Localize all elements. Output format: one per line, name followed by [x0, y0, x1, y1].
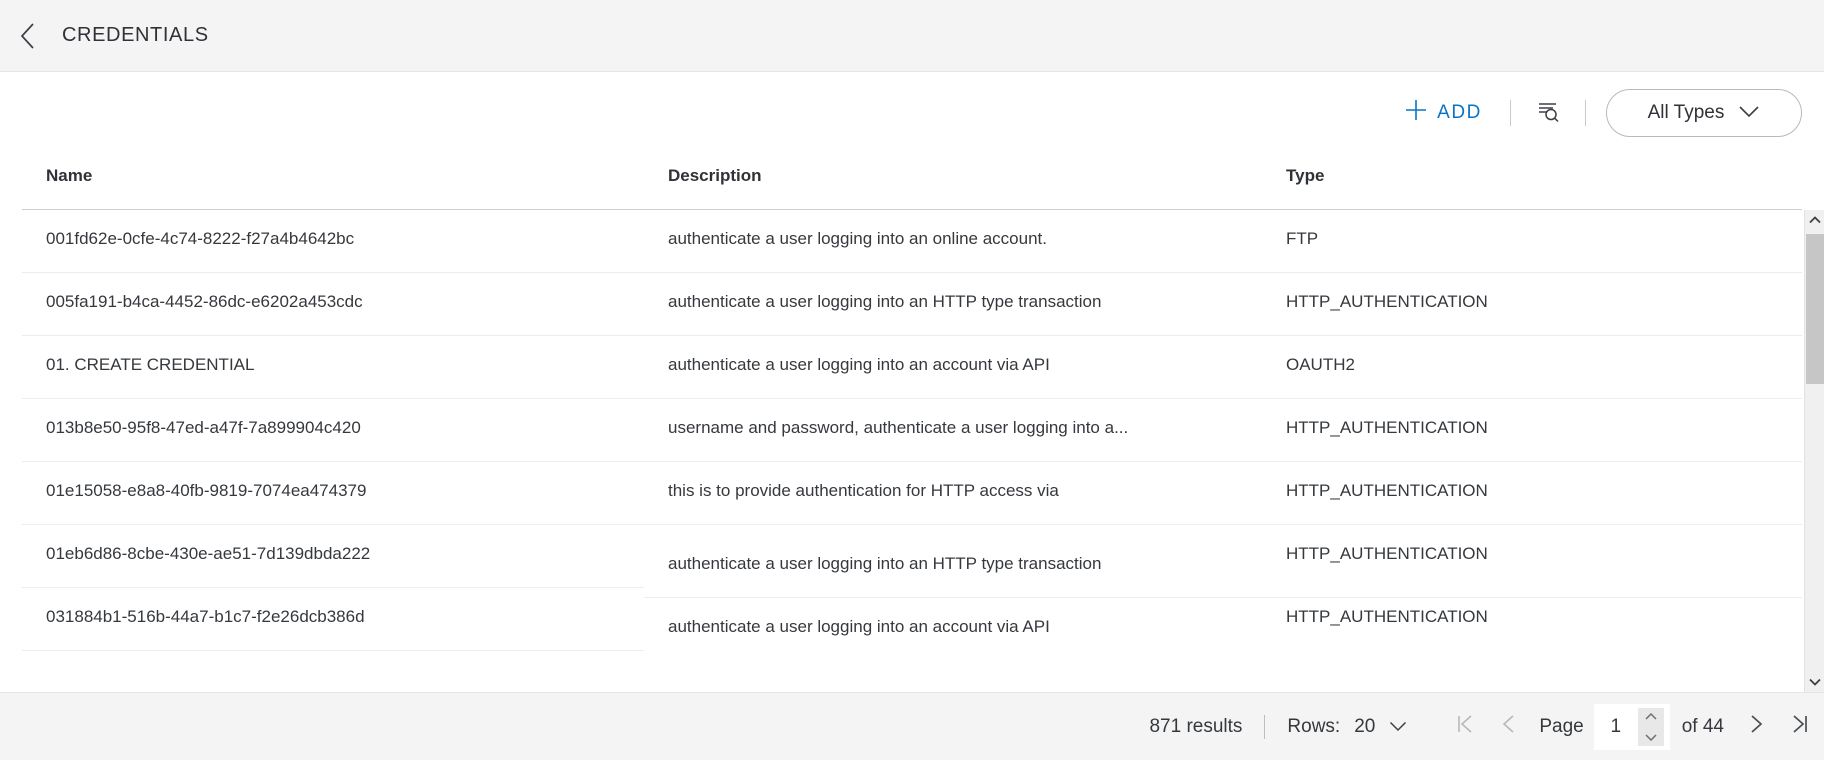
cell-description: authenticate a user logging into an HTTP…	[668, 292, 1102, 311]
table-row[interactable]: 01e15058-e8a8-40fb-9819-7074ea474379 this…	[22, 462, 1802, 525]
last-page-icon	[1791, 712, 1809, 741]
column-header-type[interactable]: Type	[1286, 166, 1324, 186]
scroll-up-button[interactable]	[1805, 210, 1824, 230]
cell-description: authenticate a user logging into an HTTP…	[668, 554, 1102, 573]
rows-per-page-label: Rows:	[1287, 715, 1341, 737]
total-pages-label: of 44	[1681, 715, 1724, 737]
credentials-table: Name Description Type 001fd62e-0cfe-4c74…	[0, 154, 1824, 692]
chevron-left-icon	[1501, 712, 1517, 741]
scroll-down-button[interactable]	[1805, 672, 1824, 692]
column-header-description[interactable]: Description	[668, 166, 762, 186]
chevron-up-icon	[1809, 211, 1821, 229]
back-button[interactable]	[0, 0, 56, 72]
credentials-page: CREDENTIALS ADD All Types Name Descripti…	[0, 0, 1824, 760]
chevron-down-icon	[1809, 673, 1821, 691]
cell-description: authenticate a user logging into an acco…	[668, 617, 1050, 636]
chevron-left-icon	[19, 21, 37, 51]
cell-name: 01. CREATE CREDENTIAL	[46, 355, 255, 374]
page-label: Page	[1539, 715, 1584, 737]
page-navigation: Page of 44	[1443, 703, 1822, 750]
add-button[interactable]: ADD	[1397, 93, 1490, 133]
cell-name: 013b8e50-95f8-47ed-a47f-7a899904c420	[46, 418, 361, 437]
first-page-icon	[1456, 712, 1474, 741]
cell-name: 005fa191-b4ca-4452-86dc-e6202a453cdc	[46, 292, 363, 311]
cell-type: HTTP_AUTHENTICATION	[1286, 544, 1488, 563]
first-page-button[interactable]	[1443, 704, 1487, 750]
row-divider	[22, 650, 644, 651]
toolbar-divider-1	[1510, 100, 1511, 126]
chevron-down-icon	[1645, 728, 1657, 746]
cell-description: authenticate a user logging into an onli…	[668, 229, 1047, 248]
cell-description: authenticate a user logging into an acco…	[668, 355, 1050, 374]
cell-name: 001fd62e-0cfe-4c74-8222-f27a4b4642bc	[46, 229, 355, 248]
table-row[interactable]: 031884b1-516b-44a7-b1c7-f2e26dcb386d auth…	[22, 588, 1802, 651]
cell-name: 01e15058-e8a8-40fb-9819-7074ea474379	[46, 481, 367, 500]
cell-type: OAUTH2	[1286, 355, 1355, 374]
page-number-field[interactable]	[1593, 703, 1670, 750]
cell-name: 01eb6d86-8cbe-430e-ae51-7d139dbda222	[46, 544, 371, 563]
last-page-button[interactable]	[1778, 704, 1822, 750]
chevron-down-icon	[1738, 102, 1760, 124]
cell-type: HTTP_AUTHENTICATION	[1286, 607, 1488, 626]
table-row[interactable]: 001fd62e-0cfe-4c74-8222-f27a4b4642bc auth…	[22, 210, 1802, 273]
page-title: CREDENTIALS	[62, 24, 209, 46]
vertical-scrollbar[interactable]	[1804, 210, 1824, 692]
pagination-bar: 871 results Rows: 20 Page 1 of 44	[0, 692, 1824, 760]
type-filter-value: All Types	[1647, 102, 1725, 123]
table-body: 001fd62e-0cfe-4c74-8222-f27a4b4642bc auth…	[22, 210, 1802, 654]
table-row[interactable]: 01. CREATE CREDENTIAL authenticate a user…	[22, 336, 1802, 399]
cell-type: FTP	[1286, 229, 1319, 248]
next-page-button[interactable]	[1734, 704, 1778, 750]
table-header-row: Name Description Type	[22, 154, 1802, 210]
page-number-stepper[interactable]	[1637, 707, 1664, 746]
cell-type: HTTP_AUTHENTICATION	[1286, 418, 1488, 437]
toolbar: ADD All Types	[0, 72, 1824, 154]
cell-type: HTTP_AUTHENTICATION	[1286, 481, 1488, 500]
table-row[interactable]: 01eb6d86-8cbe-430e-ae51-7d139dbda222 auth…	[22, 525, 1802, 598]
scrollbar-thumb[interactable]	[1806, 234, 1824, 384]
rows-per-page-dropdown[interactable]: 20	[1354, 716, 1407, 738]
table-row[interactable]: 013b8e50-95f8-47ed-a47f-7a899904c420 user…	[22, 399, 1802, 462]
type-filter-dropdown[interactable]: All Types	[1606, 89, 1802, 137]
toolbar-divider-2	[1585, 100, 1586, 126]
page-number-input[interactable]	[1593, 703, 1638, 750]
cell-type: HTTP_AUTHENTICATION	[1286, 292, 1488, 311]
add-button-label: ADD	[1437, 102, 1482, 123]
previous-page-button[interactable]	[1487, 704, 1531, 750]
results-count: 871 results	[1149, 715, 1243, 737]
filter-search-button[interactable]	[1531, 98, 1565, 128]
chevron-down-icon	[1389, 716, 1407, 738]
rows-per-page-value: 20	[1354, 715, 1376, 737]
cell-description: username and password, authenticate a us…	[668, 418, 1129, 437]
column-header-name[interactable]: Name	[46, 166, 92, 186]
cell-description: this is to provide authentication for HT…	[668, 481, 1059, 500]
table-row[interactable]: 005fa191-b4ca-4452-86dc-e6202a453cdc auth…	[22, 273, 1802, 336]
page-header: CREDENTIALS	[0, 0, 1824, 72]
chevron-up-icon	[1645, 707, 1657, 725]
plus-icon	[1405, 99, 1427, 127]
cell-name: 031884b1-516b-44a7-b1c7-f2e26dcb386d	[46, 607, 365, 626]
chevron-right-icon	[1748, 712, 1764, 741]
filter-search-icon	[1536, 99, 1560, 128]
footer-divider	[1264, 714, 1266, 739]
